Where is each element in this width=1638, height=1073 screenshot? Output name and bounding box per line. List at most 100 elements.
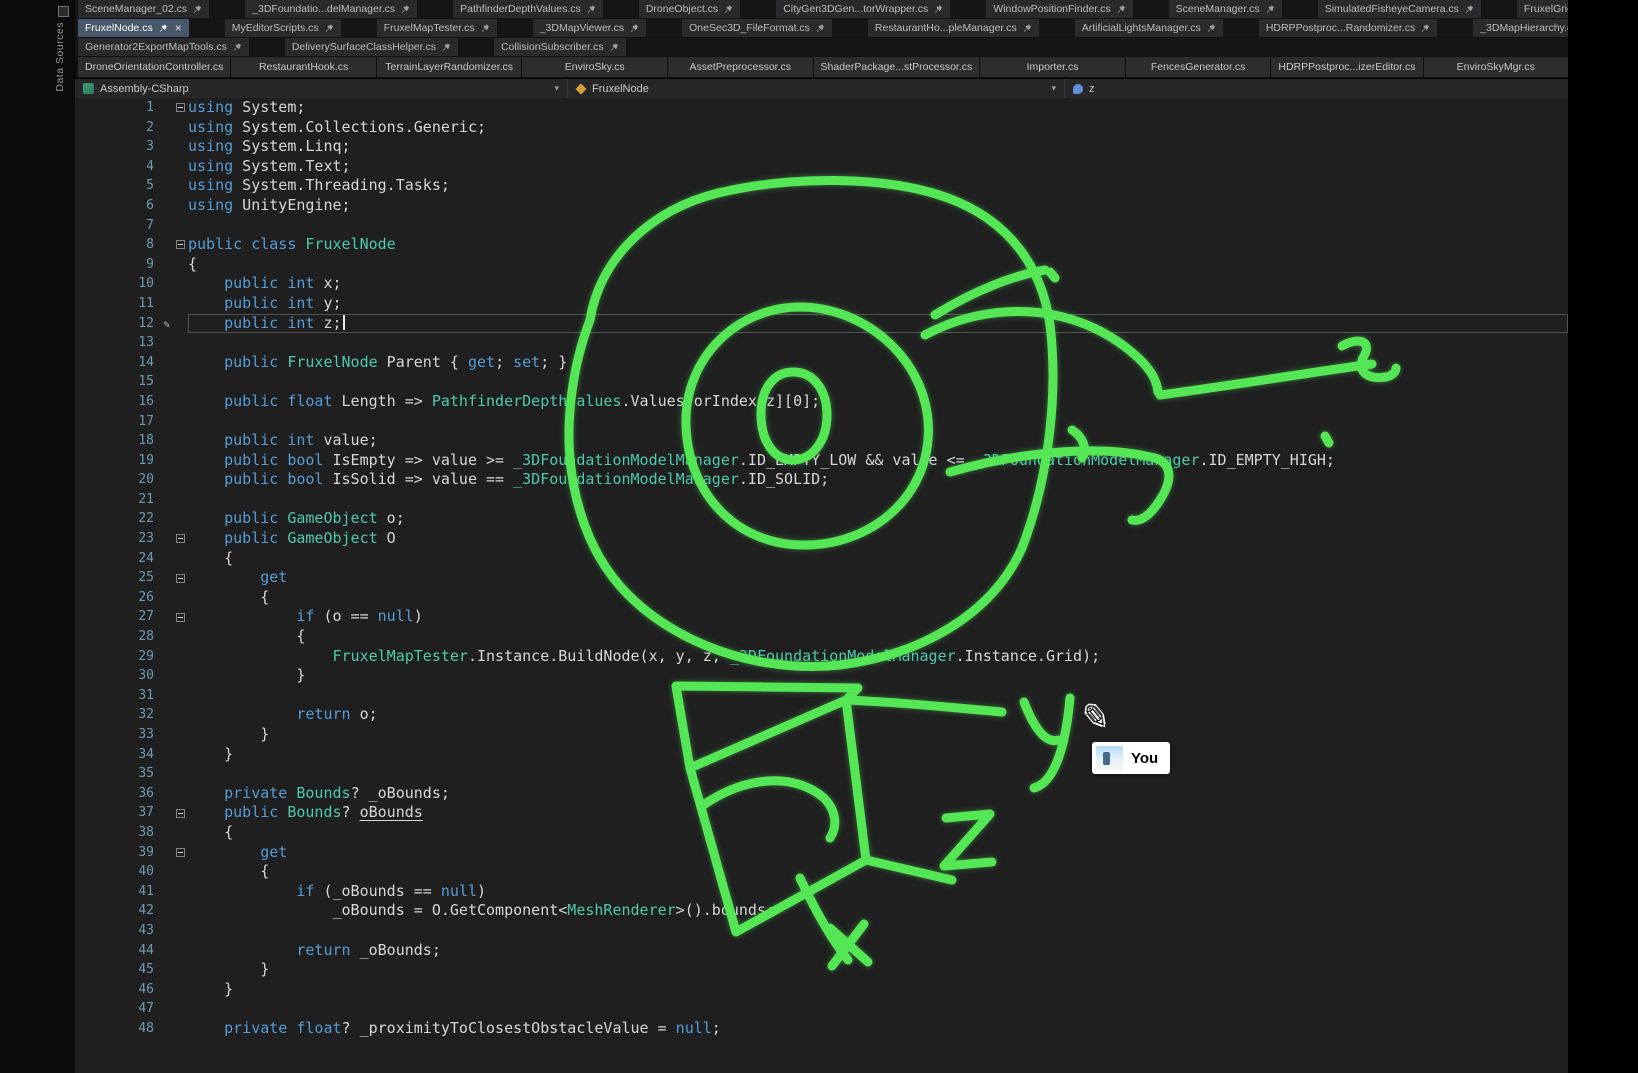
pin-icon[interactable] xyxy=(1117,4,1126,14)
pin-icon[interactable] xyxy=(1023,23,1032,33)
tab-pathfinderdepthvalues-cs[interactable]: PathfinderDepthValues.cs xyxy=(453,0,603,18)
code-line-30[interactable]: 30 } xyxy=(75,666,1568,686)
code-line-23[interactable]: 23 public GameObject O xyxy=(75,529,1568,549)
collapse-icon[interactable] xyxy=(176,574,185,583)
collapse-icon[interactable] xyxy=(176,240,185,249)
code-line-38[interactable]: 38 { xyxy=(75,823,1568,843)
code-line-43[interactable]: 43 xyxy=(75,921,1568,941)
pin-icon[interactable] xyxy=(934,4,943,14)
chevron-down-icon[interactable]: ▾ xyxy=(1051,83,1056,94)
collapse-icon[interactable] xyxy=(176,613,185,622)
code-line-27[interactable]: 27 if (o == null) xyxy=(75,607,1568,627)
pin-icon[interactable] xyxy=(587,4,596,14)
code-line-15[interactable]: 15 xyxy=(75,372,1568,392)
code-line-34[interactable]: 34 } xyxy=(75,745,1568,765)
code-line-7[interactable]: 7 xyxy=(75,216,1568,236)
collapse-icon[interactable] xyxy=(176,534,185,543)
code-line-31[interactable]: 31 xyxy=(75,686,1568,706)
tab-scenemanager-cs[interactable]: SceneManager.cs xyxy=(1169,0,1282,18)
code-line-6[interactable]: 6using UnityEngine; xyxy=(75,196,1568,216)
tab-simulatedfisheyecamera-cs[interactable]: SimulatedFisheyeCamera.cs xyxy=(1318,0,1481,18)
code-line-45[interactable]: 45 } xyxy=(75,960,1568,980)
code-line-19[interactable]: 19 public bool IsEmpty => value >= _3DFo… xyxy=(75,451,1568,471)
tab-envirosky-cs[interactable]: EnviroSky.cs xyxy=(522,57,667,77)
tab-deliverysurfaceclasshelper-cs[interactable]: DeliverySurfaceClassHelper.cs xyxy=(285,38,458,56)
tab-fruxelmaptester-cs[interactable]: FruxelMapTester.cs xyxy=(377,19,497,37)
tab-collisionsubscriber-cs[interactable]: CollisionSubscriber.cs xyxy=(494,38,626,56)
tab-enviroskymgr-cs[interactable]: EnviroSkyMgr.cs xyxy=(1424,57,1569,77)
code-line-5[interactable]: 5using System.Threading.Tasks; xyxy=(75,176,1568,196)
collapse-icon[interactable] xyxy=(176,809,185,818)
collapse-icon[interactable] xyxy=(176,103,185,112)
code-editor[interactable]: 1using System;2using System.Collections.… xyxy=(75,98,1568,1073)
tab-myeditorscripts-cs[interactable]: MyEditorScripts.cs xyxy=(225,19,341,37)
code-line-32[interactable]: 32 return o; xyxy=(75,705,1568,725)
code-line-35[interactable]: 35 xyxy=(75,764,1568,784)
code-line-4[interactable]: 4using System.Text; xyxy=(75,157,1568,177)
pin-icon[interactable] xyxy=(724,4,733,14)
type-dropdown[interactable]: FruxelNode ▾ xyxy=(568,79,1065,98)
pin-icon[interactable] xyxy=(481,23,490,33)
code-line-16[interactable]: 16 public float Length => PathfinderDept… xyxy=(75,392,1568,412)
code-line-40[interactable]: 40 { xyxy=(75,862,1568,882)
close-icon[interactable]: × xyxy=(174,22,182,34)
code-line-24[interactable]: 24 { xyxy=(75,549,1568,569)
code-line-22[interactable]: 22 public GameObject o; xyxy=(75,509,1568,529)
tab-citygen3dgen-torwrapper-cs[interactable]: CityGen3DGen...torWrapper.cs xyxy=(776,0,950,18)
pin-icon[interactable] xyxy=(610,42,619,52)
tab-hdrppostproc-randomizer-cs[interactable]: HDRPPostproc...Randomizer.cs xyxy=(1259,19,1437,37)
code-line-11[interactable]: 11 public int y; xyxy=(75,294,1568,314)
tab-restaurantho-plemanager-cs[interactable]: RestaurantHo...pleManager.cs xyxy=(868,19,1039,37)
pin-icon[interactable] xyxy=(1266,4,1275,14)
tab-fruxelgrid-cs[interactable]: FruxelGrid.cs xyxy=(1517,0,1568,18)
code-line-17[interactable]: 17 xyxy=(75,412,1568,432)
pin-icon[interactable] xyxy=(233,42,242,52)
code-line-47[interactable]: 47 xyxy=(75,999,1568,1019)
tab-restauranthook-cs[interactable]: RestaurantHook.cs xyxy=(231,57,376,77)
tab-droneorientationcontroller-cs[interactable]: DroneOrientationController.cs xyxy=(78,57,230,77)
tab--3dmapviewer-cs[interactable]: _3DMapViewer.cs xyxy=(533,19,646,37)
code-line-12[interactable]: 12✎ public int z; xyxy=(75,314,1568,334)
member-dropdown[interactable]: z xyxy=(1065,79,1195,98)
code-line-18[interactable]: 18 public int value; xyxy=(75,431,1568,451)
code-line-39[interactable]: 39 get xyxy=(75,843,1568,863)
code-line-20[interactable]: 20 public bool IsSolid => value == _3DFo… xyxy=(75,470,1568,490)
tab--3dfoundatio-delmanager-cs[interactable]: _3DFoundatio...delManager.cs xyxy=(245,0,417,18)
sidebar-tab-data-sources[interactable]: Data Sources xyxy=(54,22,66,92)
pin-icon[interactable] xyxy=(325,23,334,33)
code-line-10[interactable]: 10 public int x; xyxy=(75,274,1568,294)
code-line-28[interactable]: 28 { xyxy=(75,627,1568,647)
pin-icon[interactable] xyxy=(816,23,825,33)
tab-terrainlayerrandomizer-cs[interactable]: TerrainLayerRandomizer.cs xyxy=(377,57,522,77)
code-line-46[interactable]: 46 } xyxy=(75,980,1568,1000)
code-line-1[interactable]: 1using System; xyxy=(75,98,1568,118)
tab-hdrppostproc-izereditor-cs[interactable]: HDRPPostproc...izerEditor.cs xyxy=(1271,57,1422,77)
code-line-33[interactable]: 33 } xyxy=(75,725,1568,745)
tab--3dmaphierarchy-cs[interactable]: _3DMapHierarchy.cs xyxy=(1473,19,1568,37)
pin-icon[interactable] xyxy=(1465,4,1474,14)
code-line-2[interactable]: 2using System.Collections.Generic; xyxy=(75,118,1568,138)
code-line-9[interactable]: 9{ xyxy=(75,255,1568,275)
code-line-36[interactable]: 36 private Bounds? _oBounds; xyxy=(75,784,1568,804)
pin-icon[interactable] xyxy=(401,4,410,14)
code-line-25[interactable]: 25 get xyxy=(75,568,1568,588)
collapse-icon[interactable] xyxy=(176,848,185,857)
pin-icon[interactable] xyxy=(193,4,202,14)
code-line-8[interactable]: 8public class FruxelNode xyxy=(75,235,1568,255)
tab-assetpreprocessor-cs[interactable]: AssetPreprocessor.cs xyxy=(668,57,813,77)
pin-icon[interactable] xyxy=(442,42,451,52)
tab-importer-cs[interactable]: Importer.cs xyxy=(980,57,1125,77)
project-dropdown[interactable]: Assembly-CSharp ▾ xyxy=(75,79,568,98)
tab-fruxelnode-cs[interactable]: FruxelNode.cs× xyxy=(78,19,189,37)
tab-droneobject-cs[interactable]: DroneObject.cs xyxy=(639,0,740,18)
tab-onesec3d-fileformat-cs[interactable]: OneSec3D_FileFormat.cs xyxy=(682,19,832,37)
tab-shaderpackage-stprocessor-cs[interactable]: ShaderPackage...stProcessor.cs xyxy=(814,57,980,77)
code-line-26[interactable]: 26 { xyxy=(75,588,1568,608)
tab-windowpositionfinder-cs[interactable]: WindowPositionFinder.cs xyxy=(986,0,1132,18)
chevron-down-icon[interactable]: ▾ xyxy=(554,83,559,94)
pin-icon[interactable] xyxy=(159,23,168,33)
pin-icon[interactable] xyxy=(630,23,639,33)
tab-artificiallightsmanager-cs[interactable]: ArtificialLightsManager.cs xyxy=(1075,19,1223,37)
code-line-41[interactable]: 41 if (_oBounds == null) xyxy=(75,882,1568,902)
code-line-21[interactable]: 21 xyxy=(75,490,1568,510)
